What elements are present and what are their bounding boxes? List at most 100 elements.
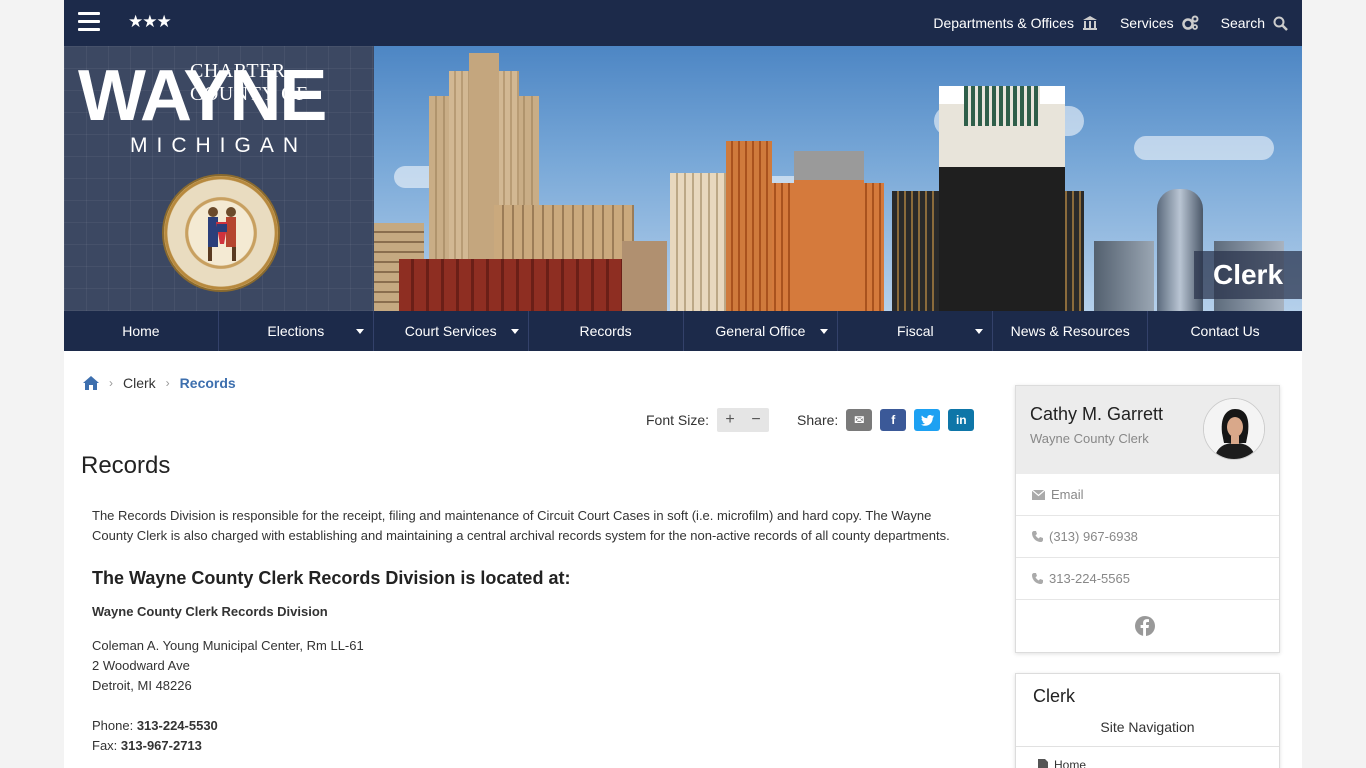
stars-logo[interactable]: ★★★ <box>128 12 172 32</box>
menu-icon[interactable] <box>78 12 100 32</box>
avatar <box>1203 398 1265 460</box>
official-name: Cathy M. Garrett <box>1030 404 1164 424</box>
dropdown-caret-icon[interactable] <box>820 329 829 334</box>
share-email-button[interactable]: ✉ <box>846 409 873 431</box>
font-size-label: Font Size: <box>646 412 710 428</box>
nav-news-resources[interactable]: News & Resources <box>993 311 1149 351</box>
official-card-header: Cathy M. Garrett Wayne County Clerk <box>1016 386 1279 474</box>
detroit-skyline-image: Clerk <box>374 46 1302 311</box>
document-icon <box>1038 759 1048 768</box>
address-line: 2 Woodward Ave <box>92 658 190 673</box>
county-logo[interactable]: WAYNE CHARTER COUNTY OF MICHIGAN <box>64 46 374 311</box>
phone-icon <box>1032 573 1043 584</box>
site-nav-home-link[interactable]: Home <box>1038 758 1086 768</box>
font-size-controls: + − <box>717 408 770 432</box>
breadcrumb-clerk-link[interactable]: Clerk <box>123 375 156 391</box>
services-link[interactable]: Services <box>1120 15 1199 31</box>
phone-1-number: (313) 967-6938 <box>1049 529 1138 544</box>
fax-number: 313-967-2713 <box>120 738 202 753</box>
phone-icon <box>1032 531 1043 542</box>
site-navigation-card: Clerk Site Navigation Home <box>1015 673 1280 768</box>
nav-contact-us[interactable]: Contact Us <box>1148 311 1302 351</box>
logo-michigan-text: MICHIGAN <box>130 134 307 157</box>
page-title: Records <box>81 452 171 479</box>
divider <box>1016 746 1279 747</box>
dropdown-caret-icon[interactable] <box>510 329 519 334</box>
nav-home[interactable]: Home <box>64 311 219 351</box>
fax-label: Fax: <box>92 738 118 753</box>
nav-court-services[interactable]: Court Services <box>374 311 529 351</box>
office-name: Wayne County Clerk Records Division <box>92 604 328 619</box>
dropdown-caret-icon[interactable] <box>355 329 364 334</box>
breadcrumb: › Clerk › Records <box>83 375 236 391</box>
nav-court-services-label: Court Services <box>404 323 497 339</box>
gears-icon <box>1181 15 1199 30</box>
services-label: Services <box>1119 15 1174 31</box>
search-icon <box>1273 16 1288 31</box>
nav-home-label: Home <box>122 323 160 339</box>
top-bar: ★★★ Departments & Offices Services Searc… <box>64 0 1302 46</box>
nav-records-label: Records <box>579 323 632 339</box>
nav-fiscal[interactable]: Fiscal <box>838 311 994 351</box>
nav-records[interactable]: Records <box>529 311 684 351</box>
share-facebook-button[interactable]: f <box>880 409 907 431</box>
location-heading: The Wayne County Clerk Records Division … <box>92 568 571 588</box>
official-email-link[interactable]: Email <box>1016 474 1279 516</box>
font-decrease-button[interactable]: − <box>751 411 760 429</box>
official-phone-1[interactable]: (313) 967-6938 <box>1016 516 1279 558</box>
phone-2-number: 313-224-5565 <box>1049 571 1130 586</box>
phone-label: Phone: <box>92 718 134 733</box>
phone-number[interactable]: 313-224-5530 <box>137 718 218 733</box>
utility-nav: Departments & Offices Services Search <box>911 0 1288 46</box>
phone-line: Phone: 313-224-5530 <box>92 716 972 736</box>
main-nav: Home Elections Court Services Records Ge… <box>64 311 1302 351</box>
building-icon <box>1082 16 1097 30</box>
main-content: The Records Division is responsible for … <box>92 506 972 756</box>
nav-general-office-label: General Office <box>715 323 806 339</box>
home-icon[interactable] <box>83 376 99 390</box>
nav-elections[interactable]: Elections <box>219 311 374 351</box>
linkedin-icon: in <box>955 413 967 427</box>
address-line: Detroit, MI 48226 <box>92 678 192 693</box>
share-linkedin-button[interactable]: in <box>948 409 975 431</box>
nav-elections-label: Elections <box>267 323 325 339</box>
dropdown-caret-icon[interactable] <box>975 329 984 334</box>
official-phone-2[interactable]: 313-224-5565 <box>1016 558 1279 600</box>
site-nav-subtitle: Site Navigation <box>1100 719 1195 735</box>
twitter-icon <box>920 414 934 426</box>
site-nav-home-label: Home <box>1054 758 1087 768</box>
address-block: Coleman A. Young Municipal Center, Rm LL… <box>92 636 972 696</box>
share-twitter-button[interactable] <box>914 409 941 431</box>
official-role: Wayne County Clerk <box>1030 431 1149 446</box>
address-line: Coleman A. Young Municipal Center, Rm LL… <box>92 638 364 653</box>
nav-fiscal-label: Fiscal <box>897 323 934 339</box>
font-increase-button[interactable]: + <box>725 411 734 429</box>
fax-line: Fax: 313-967-2713 <box>92 736 972 756</box>
search-label: Search <box>1220 15 1265 31</box>
facebook-icon: f <box>891 413 896 427</box>
departments-offices-link[interactable]: Departments & Offices <box>933 15 1098 31</box>
email-icon: ✉ <box>854 413 865 427</box>
chevron-right-icon: › <box>165 376 170 390</box>
envelope-icon <box>1032 489 1045 500</box>
chevron-right-icon: › <box>109 376 113 390</box>
page-tools: Font Size: + − Share: ✉ f in <box>646 408 975 432</box>
intro-paragraph: The Records Division is responsible for … <box>92 508 950 543</box>
site-nav-title: Clerk <box>1033 686 1076 706</box>
breadcrumb-current: Records <box>179 375 236 391</box>
official-facebook-link[interactable] <box>1016 600 1279 652</box>
nav-contact-us-label: Contact Us <box>1190 323 1260 339</box>
page: ★★★ Departments & Offices Services Searc… <box>64 0 1302 768</box>
search-link[interactable]: Search <box>1221 15 1288 31</box>
nav-news-resources-label: News & Resources <box>1010 323 1130 339</box>
official-card: Cathy M. Garrett Wayne County Clerk Emai… <box>1015 385 1280 653</box>
nav-general-office[interactable]: General Office <box>684 311 839 351</box>
header-banner: WAYNE CHARTER COUNTY OF MICHIGAN Clerk <box>64 46 1302 311</box>
logo-charter-text: CHARTER COUNTY OF <box>190 60 308 105</box>
departments-offices-label: Departments & Offices <box>933 15 1074 31</box>
section-tag: Clerk <box>1194 251 1302 299</box>
facebook-icon <box>1134 616 1155 636</box>
share-label: Share: <box>797 412 839 428</box>
email-label: Email <box>1051 487 1084 502</box>
county-seal-image <box>162 174 280 292</box>
